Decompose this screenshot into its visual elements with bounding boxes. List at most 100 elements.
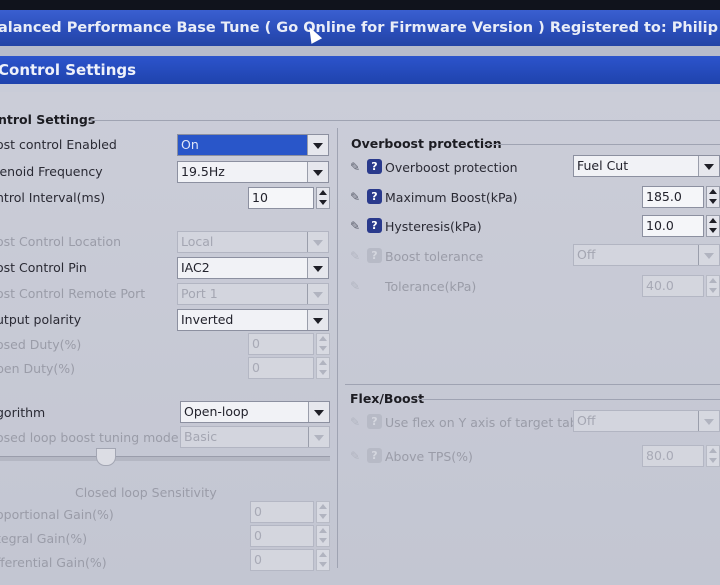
arrow-up-icon xyxy=(319,336,327,341)
edit-icon: ✎ xyxy=(350,415,361,429)
hysteresis-spinner[interactable]: 10.0 xyxy=(642,215,720,237)
edit-icon: ✎ xyxy=(350,279,361,293)
maximum-boost-input[interactable]: 185.0 xyxy=(642,186,704,208)
edit-icon: ✎ xyxy=(350,249,361,263)
output-polarity-label: utput polarity xyxy=(0,312,82,327)
arrow-up-icon xyxy=(709,189,717,194)
overboost-group-title: Overboost protection xyxy=(351,136,502,151)
spinner-buttons[interactable] xyxy=(706,445,720,467)
tuning-mode-select[interactable]: Basic xyxy=(180,426,330,448)
control-interval-spinner[interactable]: 10 xyxy=(248,187,330,209)
arrow-up-icon xyxy=(709,218,717,223)
integral-gain-label: tegral Gain(%) xyxy=(0,531,88,546)
chevron-down-icon xyxy=(313,170,323,176)
arrow-down-icon xyxy=(319,538,327,543)
spinner-buttons[interactable] xyxy=(316,357,330,379)
overboost-protection-select[interactable]: Fuel Cut xyxy=(573,155,720,177)
column-divider xyxy=(337,128,338,568)
arrow-down-icon xyxy=(709,228,717,233)
arrow-down-icon xyxy=(319,346,327,351)
boost-location-label: ost Control Location xyxy=(0,234,122,249)
overboost-protection-label: Overboost protection xyxy=(385,160,518,175)
boost-location-select[interactable]: Local xyxy=(177,231,329,253)
integral-gain-spinner[interactable]: 0 xyxy=(250,525,330,547)
boost-pin-select[interactable]: IAC2 xyxy=(177,257,329,279)
maximum-boost-label: Maximum Boost(kPa) xyxy=(385,190,518,205)
menubar xyxy=(0,46,720,56)
flex-top-divider xyxy=(345,384,720,385)
use-flex-label: Use flex on Y axis of target table xyxy=(385,415,589,430)
window-title: alanced Performance Base Tune ( Go Onlin… xyxy=(0,20,720,36)
edit-icon: ✎ xyxy=(350,449,361,463)
output-polarity-select[interactable]: Inverted xyxy=(177,309,329,331)
use-flex-select[interactable]: Off xyxy=(573,410,720,432)
hysteresis-input[interactable]: 10.0 xyxy=(642,215,704,237)
tolerance-label: Tolerance(kPa) xyxy=(385,279,477,294)
open-duty-spinner[interactable]: 0 xyxy=(248,357,330,379)
differential-gain-input[interactable]: 0 xyxy=(250,549,314,571)
arrow-down-icon xyxy=(319,514,327,519)
chevron-down-icon xyxy=(313,318,323,324)
solenoid-frequency-select[interactable]: 19.5Hz xyxy=(177,161,329,183)
arrow-up-icon xyxy=(709,278,717,283)
spinner-buttons[interactable] xyxy=(316,549,330,571)
arrow-up-icon xyxy=(319,504,327,509)
arrow-up-icon xyxy=(319,190,327,195)
spinner-buttons[interactable] xyxy=(316,333,330,355)
left-group-title: ntrol Settings xyxy=(0,112,96,127)
chevron-down-icon xyxy=(704,164,714,170)
hysteresis-label: Hysteresis(kPa) xyxy=(385,219,482,234)
above-tps-input[interactable]: 80.0 xyxy=(642,445,704,467)
help-icon[interactable]: ? xyxy=(367,189,382,204)
spinner-buttons[interactable] xyxy=(316,525,330,547)
arrow-up-icon xyxy=(319,360,327,365)
sensitivity-slider-track[interactable] xyxy=(0,456,330,461)
flex-divider xyxy=(418,399,720,400)
algorithm-label: gorithm xyxy=(0,405,46,420)
maximum-boost-spinner[interactable]: 185.0 xyxy=(642,186,720,208)
edit-icon[interactable]: ✎ xyxy=(350,191,364,203)
spinner-buttons[interactable] xyxy=(706,186,720,208)
algorithm-select[interactable]: Open-loop xyxy=(180,401,330,423)
spinner-buttons[interactable] xyxy=(316,187,330,209)
open-duty-input[interactable]: 0 xyxy=(248,357,314,379)
help-icon[interactable]: ? xyxy=(367,159,382,174)
above-tps-spinner[interactable]: 80.0 xyxy=(642,445,720,467)
arrow-up-icon xyxy=(319,528,327,533)
tolerance-input[interactable]: 40.0 xyxy=(642,275,704,297)
differential-gain-spinner[interactable]: 0 xyxy=(250,549,330,571)
window-titlebar[interactable]: alanced Performance Base Tune ( Go Onlin… xyxy=(0,10,720,46)
proportional-gain-input[interactable]: 0 xyxy=(250,501,314,523)
open-duty-label: pen Duty(%) xyxy=(0,361,75,376)
boost-pin-label: ost Control Pin xyxy=(0,260,87,275)
arrow-up-icon xyxy=(319,552,327,557)
tolerance-spinner[interactable]: 40.0 xyxy=(642,275,720,297)
boost-enabled-select[interactable]: On xyxy=(177,134,329,156)
edit-icon[interactable]: ✎ xyxy=(350,220,364,232)
chevron-down-icon xyxy=(314,435,324,441)
help-icon[interactable]: ? xyxy=(367,218,382,233)
integral-gain-input[interactable]: 0 xyxy=(250,525,314,547)
help-icon: ? xyxy=(367,448,382,463)
closed-duty-input[interactable]: 0 xyxy=(248,333,314,355)
boost-enabled-label: ost control Enabled xyxy=(0,137,117,152)
chevron-down-icon xyxy=(313,266,323,272)
arrow-down-icon xyxy=(709,199,717,204)
edit-icon[interactable]: ✎ xyxy=(350,161,364,173)
spinner-buttons[interactable] xyxy=(706,275,720,297)
closed-duty-spinner[interactable]: 0 xyxy=(248,333,330,355)
sensitivity-label: Closed loop Sensitivity xyxy=(75,485,217,500)
remote-port-select[interactable]: Port 1 xyxy=(177,283,329,305)
overboost-divider xyxy=(484,144,720,145)
proportional-gain-spinner[interactable]: 0 xyxy=(250,501,330,523)
arrow-down-icon xyxy=(709,288,717,293)
sensitivity-slider-thumb[interactable] xyxy=(96,448,116,466)
chevron-down-icon xyxy=(313,143,323,149)
boost-tolerance-select[interactable]: Off xyxy=(573,244,720,266)
spinner-buttons[interactable] xyxy=(316,501,330,523)
arrow-down-icon xyxy=(319,370,327,375)
control-interval-input[interactable]: 10 xyxy=(248,187,314,209)
control-interval-label: ntrol Interval(ms) xyxy=(0,190,106,205)
closed-duty-label: osed Duty(%) xyxy=(0,337,82,352)
spinner-buttons[interactable] xyxy=(706,215,720,237)
